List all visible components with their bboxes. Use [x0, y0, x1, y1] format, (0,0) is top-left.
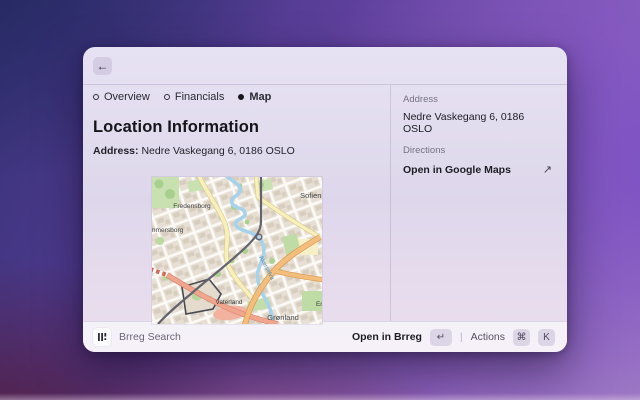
page-title: Location Information	[93, 118, 390, 137]
external-link-icon: ↗	[543, 163, 552, 176]
tab-label: Financials	[175, 91, 225, 103]
open-in-brreg-button[interactable]: Open in Brreg	[352, 331, 422, 343]
map-image: Fredensborg mmersborg Sofienbe Vaterland…	[152, 177, 322, 324]
back-button[interactable]: ←	[93, 57, 112, 75]
radio-circle-icon	[93, 94, 99, 100]
app-window: ← Overview Financials Map	[83, 47, 567, 352]
main-panel: Overview Financials Map Location Informa…	[83, 85, 390, 321]
address-label: Address:	[93, 145, 139, 157]
map-label-gronland: Grønland	[267, 313, 299, 322]
address-value: Nedre Vaskegang 6, 0186 OSLO	[141, 145, 294, 157]
tab-label: Map	[249, 91, 271, 103]
sidebar-directions-label: Directions	[403, 145, 552, 156]
radio-circle-icon	[164, 94, 170, 100]
tab-financials[interactable]: Financials	[164, 91, 225, 103]
tab-overview[interactable]: Overview	[93, 91, 150, 103]
actions-button[interactable]: Actions	[471, 331, 505, 343]
map-label-vaterland: Vaterland	[216, 299, 243, 306]
brreg-logo-icon	[93, 328, 111, 346]
sidebar-address-label: Address	[403, 94, 552, 105]
enter-key-icon: ↵	[430, 329, 452, 346]
tab-bar: Overview Financials Map	[93, 91, 390, 103]
back-arrow-icon: ←	[97, 60, 109, 72]
open-google-maps-link[interactable]: Open in Google Maps ↗	[403, 163, 552, 176]
command-bar: Brreg Search Open in Brreg ↵ | Actions ⌘…	[83, 321, 567, 352]
tab-map[interactable]: Map	[238, 91, 271, 103]
window-header: ←	[83, 47, 567, 85]
open-google-maps-label: Open in Google Maps	[403, 164, 511, 176]
radio-circle-icon	[238, 94, 244, 100]
detail-sidebar: Address Nedre Vaskegang 6, 0186 OSLO Dir…	[390, 85, 567, 321]
footer-divider: |	[460, 332, 463, 343]
tab-label: Overview	[104, 91, 150, 103]
cmd-key-icon: ⌘	[513, 329, 530, 346]
desktop-background: ← Overview Financials Map	[0, 0, 640, 400]
map-label-sofienberg: Sofienbe	[300, 191, 322, 200]
app-name: Brreg Search	[119, 331, 181, 343]
map-label-fredensborg: Fredensborg	[173, 203, 211, 210]
map-label-east: En	[316, 301, 322, 308]
sidebar-address-value: Nedre Vaskegang 6, 0186 OSLO	[403, 111, 552, 135]
map-label-hammersborg: mmersborg	[152, 227, 184, 234]
address-line: Address: Nedre Vaskegang 6, 0186 OSLO	[93, 145, 390, 157]
k-key-icon: K	[538, 329, 555, 346]
